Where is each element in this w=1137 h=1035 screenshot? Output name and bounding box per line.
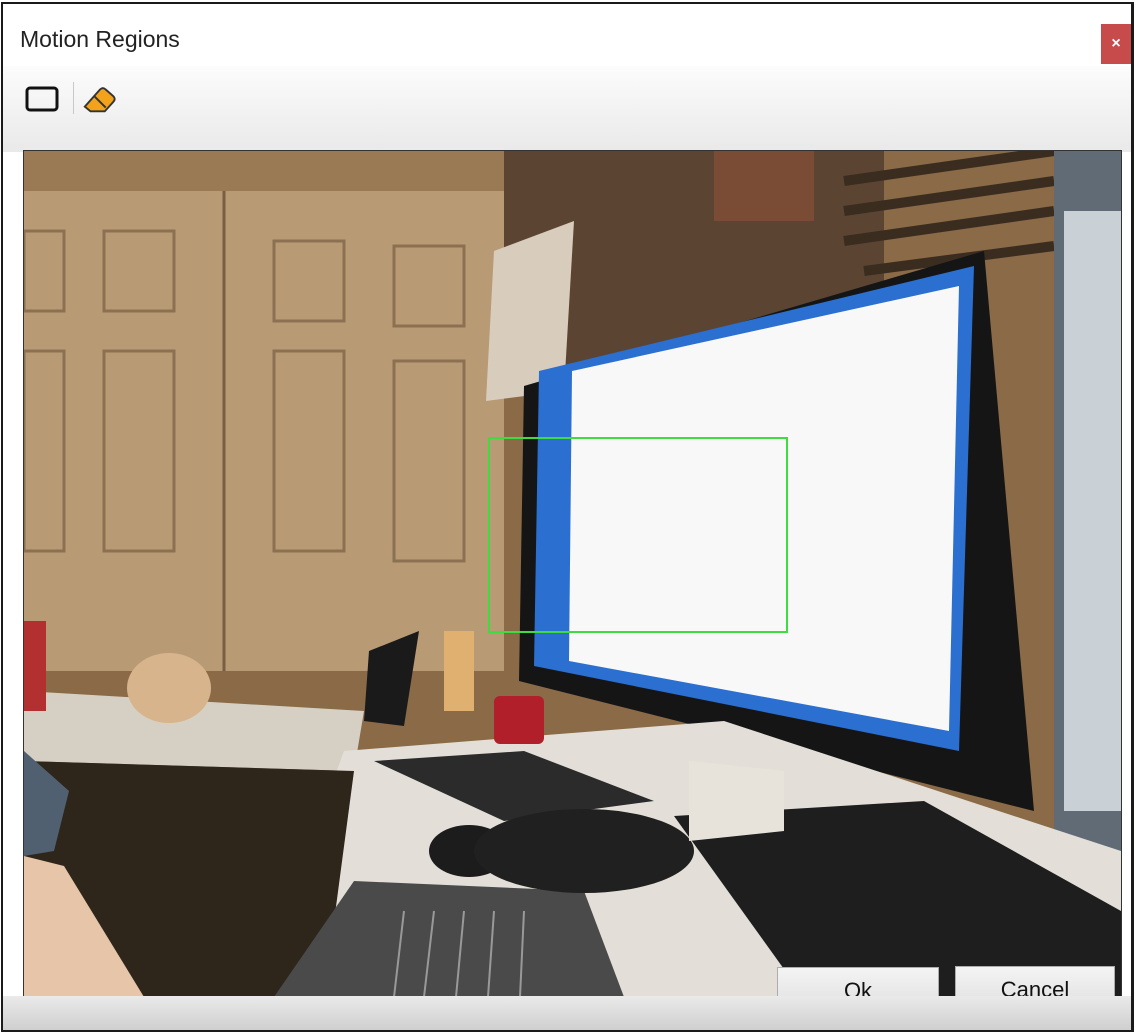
ok-button[interactable]: Ok [777, 967, 939, 997]
eraser-icon [83, 87, 116, 113]
window-title: Motion Regions [20, 26, 180, 52]
cancel-button[interactable]: Cancel [955, 966, 1115, 997]
camera-preview[interactable]: Ok Cancel [23, 150, 1122, 998]
motion-region-rectangle[interactable] [488, 437, 788, 633]
motion-regions-window: Motion Regions × Ok Cancel [1, 2, 1134, 1032]
close-button[interactable]: × [1101, 24, 1131, 64]
eraser-tool-button[interactable] [81, 80, 119, 118]
rectangle-outline-icon [25, 86, 59, 112]
window-footer [3, 996, 1131, 1030]
rectangle-tool-button[interactable] [23, 80, 61, 118]
title-bar: Motion Regions × [3, 4, 1131, 64]
toolbar-separator [73, 82, 74, 114]
toolbar [3, 66, 1131, 152]
